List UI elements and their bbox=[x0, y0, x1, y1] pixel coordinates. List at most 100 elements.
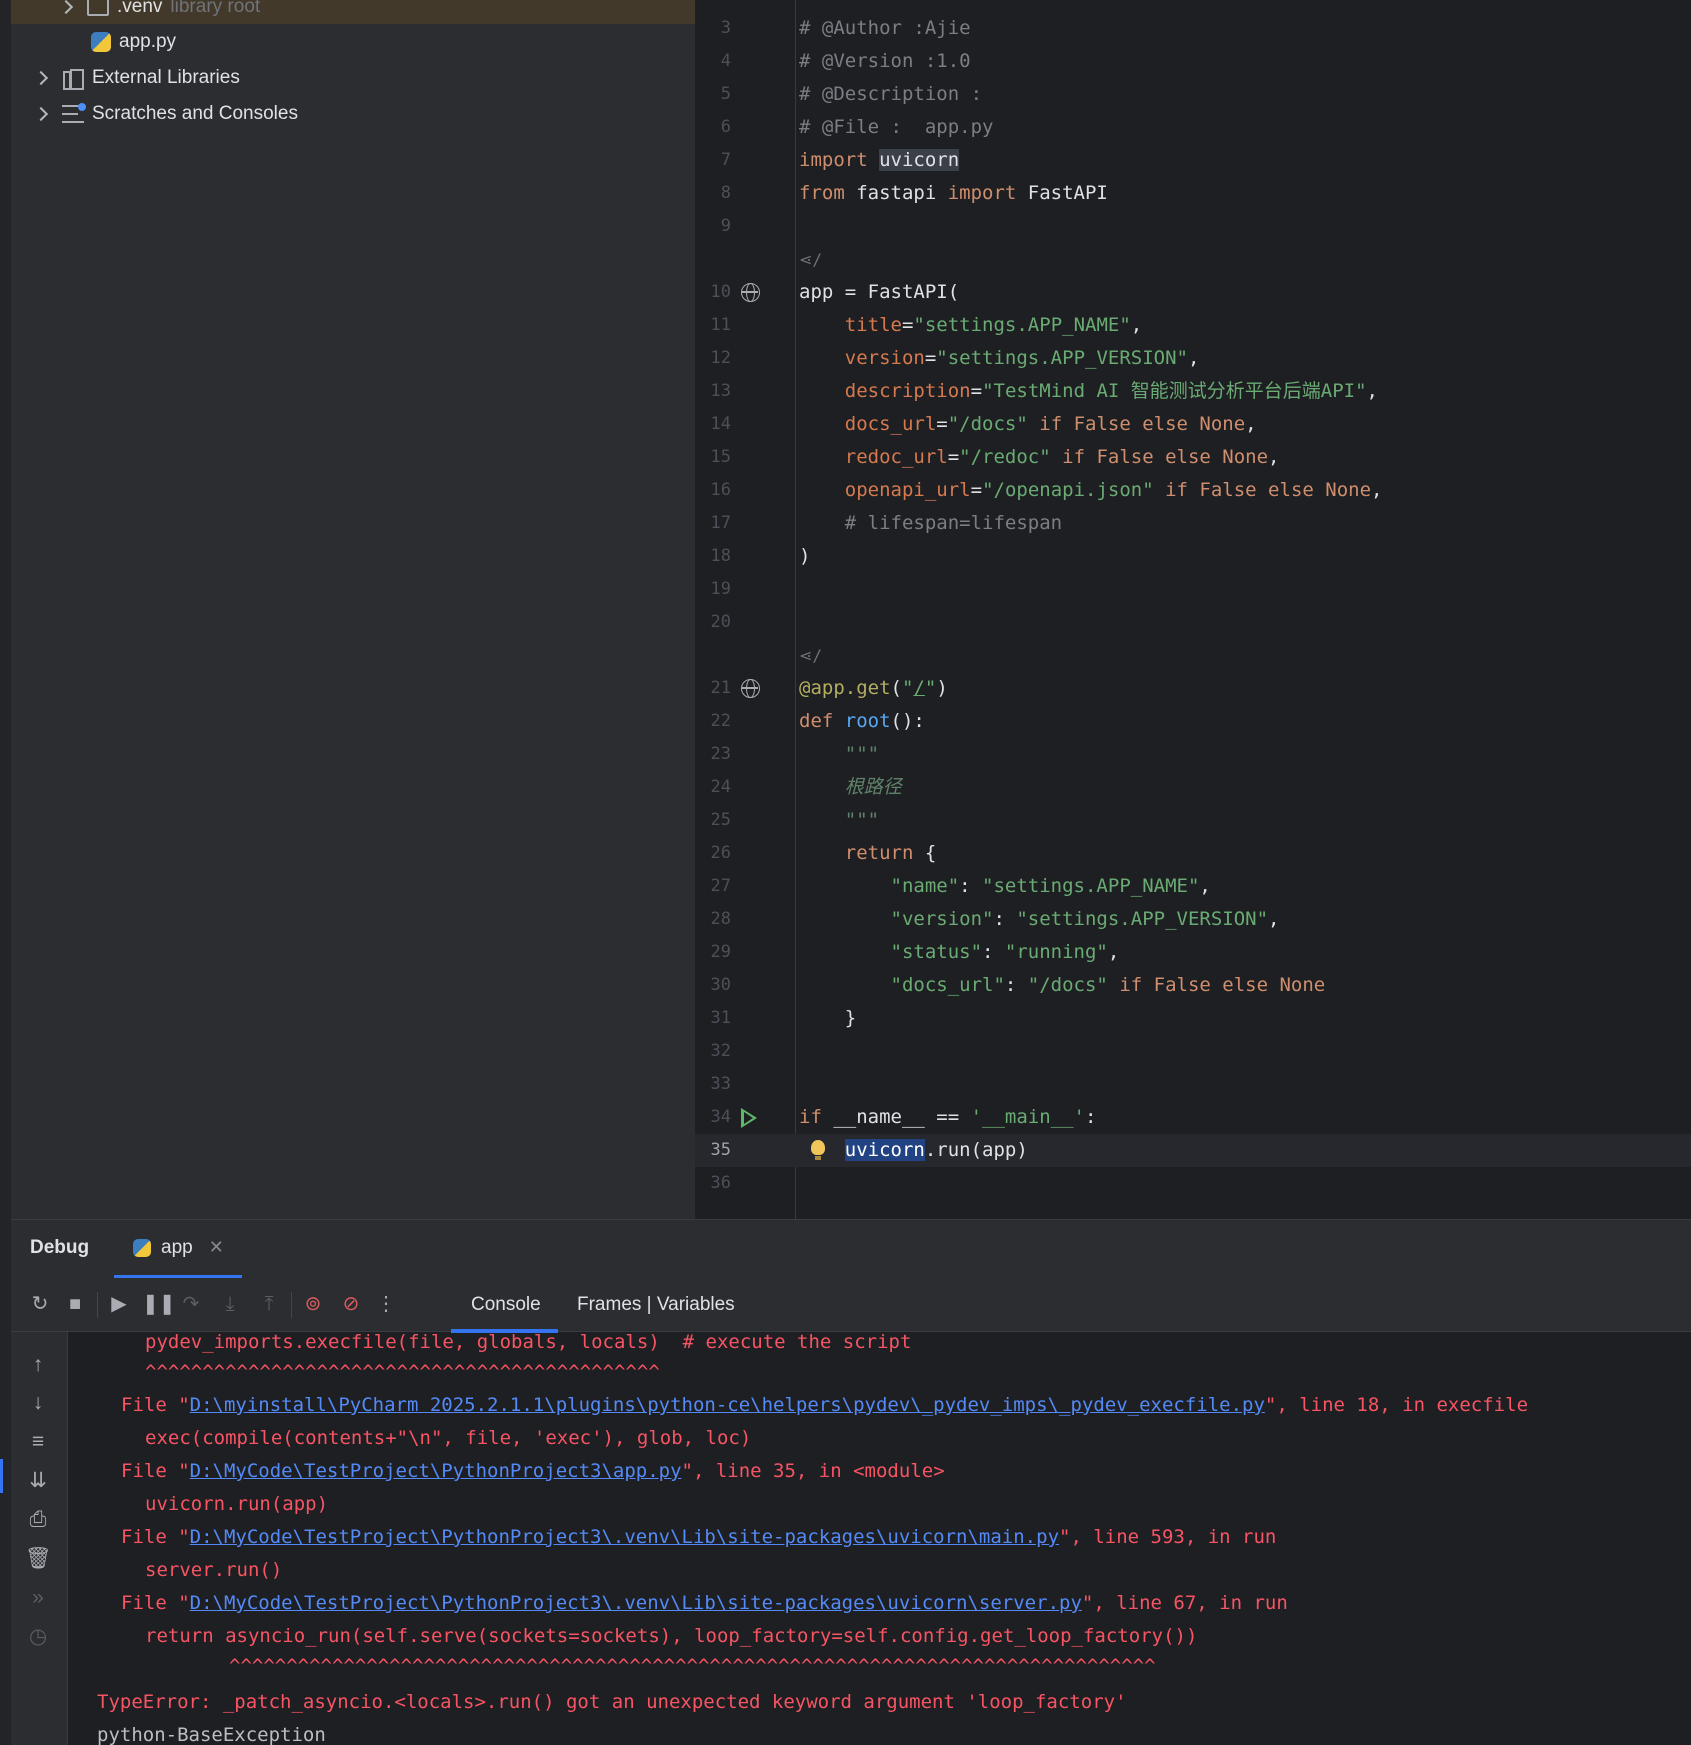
more-options-icon[interactable]: ⋮ bbox=[374, 1292, 398, 1316]
console-line: File "D:\MyCode\TestProject\PythonProjec… bbox=[121, 1526, 1277, 1548]
up-arrow-icon[interactable]: ↑ bbox=[25, 1352, 51, 1378]
run-gutter-icon[interactable] bbox=[741, 1108, 757, 1128]
code-line[interactable]: 12 version="settings.APP_VERSION", bbox=[695, 342, 1691, 375]
code-line[interactable]: 4 # @Version :1.0 bbox=[695, 45, 1691, 78]
scroll-to-end-icon[interactable]: ⇊ bbox=[25, 1468, 51, 1494]
code-editor[interactable]: 3 # @Author :Ajie 4 # @Version :1.0 5 # @De… bbox=[695, 0, 1691, 1219]
globe-icon[interactable] bbox=[741, 679, 760, 698]
tree-item-external-libraries[interactable]: External Libraries bbox=[11, 61, 695, 95]
code-line[interactable]: 34 if __name__ == '__main__': bbox=[695, 1101, 1691, 1134]
debug-tool-window: Debug app ✕ ↻ ■ ▶ ❚❚ ↷ ⤓ ⤒ ⊚ ⊘ ⋮ Console… bbox=[0, 1219, 1691, 1745]
step-out-icon[interactable]: ⤒ bbox=[257, 1292, 281, 1316]
tab-frames-variables[interactable]: Frames | Variables bbox=[577, 1294, 735, 1316]
step-over-icon[interactable]: ↷ bbox=[179, 1292, 203, 1316]
tree-item-scratches[interactable]: Scratches and Consoles bbox=[11, 97, 695, 131]
code-text: "name": "settings.APP_NAME", bbox=[890, 875, 1211, 897]
line-number: 35 bbox=[710, 1140, 731, 1160]
file-link[interactable]: D:\MyCode\TestProject\PythonProject3\.ve… bbox=[190, 1592, 1082, 1614]
code-line[interactable]: 6 # @File : app.py bbox=[695, 111, 1691, 144]
code-line[interactable]: 11 title="settings.APP_NAME", bbox=[695, 309, 1691, 342]
line-number: 4 bbox=[720, 51, 731, 71]
code-text: from fastapi import FastAPI bbox=[799, 182, 1108, 204]
console-line: ^^^^^^^^^^^^^^^^^^^^^^^^^^^^^^^^^^^^^^^^… bbox=[229, 1655, 1156, 1677]
code-text: # @Version :1.0 bbox=[799, 50, 971, 72]
code-line[interactable]: 32 bbox=[695, 1035, 1691, 1068]
code-line-current[interactable]: 35 uvicorn.run(app) bbox=[695, 1134, 1691, 1167]
debug-toolbar: ↻ ■ ▶ ❚❚ ↷ ⤓ ⤒ ⊚ ⊘ ⋮ Console Frames | Va… bbox=[11, 1278, 1691, 1333]
chevron-right-icon[interactable] bbox=[58, 0, 74, 15]
code-line[interactable]: 10 app = FastAPI( bbox=[695, 276, 1691, 309]
code-line[interactable]: 3 # @Author :Ajie bbox=[695, 12, 1691, 45]
console-line: File "D:\MyCode\TestProject\PythonProjec… bbox=[121, 1592, 1288, 1614]
tab-app[interactable]: app ✕ bbox=[114, 1220, 242, 1279]
down-arrow-icon[interactable]: ↓ bbox=[25, 1390, 51, 1416]
code-line[interactable]: 16 openapi_url="/openapi.json" if False … bbox=[695, 474, 1691, 507]
code-line[interactable]: 17 # lifespan=lifespan bbox=[695, 507, 1691, 540]
print-icon[interactable]: ⎙ bbox=[25, 1507, 51, 1533]
resume-icon[interactable]: ▶ bbox=[107, 1292, 131, 1316]
code-line[interactable]: 29 "status": "running", bbox=[695, 936, 1691, 969]
code-line[interactable]: 31 } bbox=[695, 1002, 1691, 1035]
console-output[interactable]: pydev_imports.execfile(file, globals, lo… bbox=[68, 1332, 1691, 1745]
code-line[interactable]: 28 "version": "settings.APP_VERSION", bbox=[695, 903, 1691, 936]
close-icon[interactable]: ✕ bbox=[209, 1237, 224, 1258]
globe-icon[interactable] bbox=[741, 283, 760, 302]
code-line[interactable]: 21 @app.get("/") bbox=[695, 672, 1691, 705]
step-into-icon[interactable]: ⤓ bbox=[218, 1292, 242, 1316]
line-number: 29 bbox=[710, 942, 731, 962]
file-link[interactable]: D:\MyCode\TestProject\PythonProject3\.ve… bbox=[190, 1526, 1059, 1548]
line-number: 3 bbox=[720, 18, 731, 38]
toolbar-separator bbox=[97, 1292, 98, 1318]
chevron-right-icon[interactable] bbox=[33, 106, 49, 122]
code-line[interactable]: 13 description="TestMind AI 智能测试分析平台后端AP… bbox=[695, 375, 1691, 408]
code-line[interactable]: 8 from fastapi import FastAPI bbox=[695, 177, 1691, 210]
code-text: # lifespan=lifespan bbox=[799, 512, 1063, 534]
trash-icon[interactable]: 🗑 bbox=[25, 1546, 52, 1572]
code-line[interactable]: 36 bbox=[695, 1167, 1691, 1200]
code-line[interactable]: 27 "name": "settings.APP_NAME", bbox=[695, 870, 1691, 903]
line-number: 5 bbox=[720, 84, 731, 104]
file-link[interactable]: D:\myinstall\PyCharm 2025.2.1.1\plugins\… bbox=[190, 1394, 1265, 1416]
code-text: redoc_url="/redoc" if False else None, bbox=[844, 446, 1280, 468]
code-line[interactable]: 18) bbox=[695, 540, 1691, 573]
code-line[interactable]: 5 # @Description : bbox=[695, 78, 1691, 111]
project-tool-window: .venv library root app.py External Libra… bbox=[0, 0, 695, 1219]
line-number: 34 bbox=[710, 1107, 731, 1127]
tree-item-venv[interactable]: .venv library root bbox=[11, 0, 695, 24]
code-line[interactable]: 9 bbox=[695, 210, 1691, 243]
code-line[interactable]: 20 bbox=[695, 606, 1691, 639]
code-line[interactable]: 14 docs_url="/docs" if False else None, bbox=[695, 408, 1691, 441]
code-line[interactable]: 25 """ bbox=[695, 804, 1691, 837]
stop-icon[interactable]: ■ bbox=[63, 1292, 87, 1316]
rerun-icon[interactable]: ↻ bbox=[28, 1292, 52, 1316]
code-line[interactable]: 7 import uvicorn bbox=[695, 144, 1691, 177]
pause-icon[interactable]: ❚❚ bbox=[142, 1292, 176, 1316]
code-text: } bbox=[799, 1007, 857, 1029]
mute-breakpoints-icon[interactable]: ⊘ bbox=[339, 1292, 363, 1316]
code-line[interactable]: 24 根路径 bbox=[695, 771, 1691, 804]
soft-wrap-icon[interactable]: ≡ bbox=[25, 1429, 51, 1455]
code-line[interactable]: 23 """ bbox=[695, 738, 1691, 771]
chevron-right-icon[interactable] bbox=[33, 70, 49, 86]
code-text: # @Author :Ajie bbox=[799, 17, 971, 39]
code-line[interactable]: 19 bbox=[695, 573, 1691, 606]
file-link[interactable]: D:\MyCode\TestProject\PythonProject3\app… bbox=[190, 1460, 682, 1482]
view-breakpoints-icon[interactable]: ⊚ bbox=[301, 1292, 325, 1316]
tree-item-app-py[interactable]: app.py bbox=[11, 25, 695, 59]
inlay-hint: ⋖/ bbox=[695, 243, 1691, 276]
code-line[interactable]: 15 redoc_url="/redoc" if False else None… bbox=[695, 441, 1691, 474]
tab-console[interactable]: Console bbox=[471, 1294, 541, 1316]
debug-tab-bar: Debug app ✕ bbox=[11, 1219, 1691, 1279]
line-number: 32 bbox=[710, 1041, 731, 1061]
code-line[interactable]: 22 def root(): bbox=[695, 705, 1691, 738]
code-line[interactable]: 26 return { bbox=[695, 837, 1691, 870]
code-line[interactable]: 33 bbox=[695, 1068, 1691, 1101]
clock-icon[interactable]: ◷ bbox=[25, 1624, 51, 1650]
console-line: ^^^^^^^^^^^^^^^^^^^^^^^^^^^^^^^^^^^^^^^^… bbox=[145, 1361, 660, 1383]
folder-icon bbox=[87, 0, 109, 16]
more-icon[interactable]: » bbox=[25, 1585, 51, 1611]
line-number: 14 bbox=[710, 414, 731, 434]
code-line[interactable]: 30 "docs_url": "/docs" if False else Non… bbox=[695, 969, 1691, 1002]
console-line: File "D:\myinstall\PyCharm 2025.2.1.1\pl… bbox=[121, 1394, 1529, 1416]
code-text: return { bbox=[844, 842, 937, 864]
